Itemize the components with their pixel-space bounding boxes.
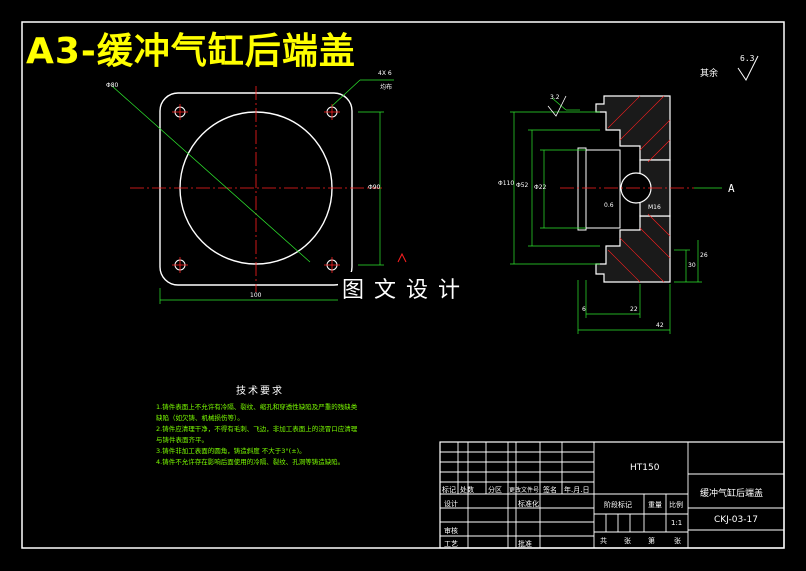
row-review: 审核 — [444, 527, 458, 535]
section-h2: 26 — [700, 252, 708, 259]
header-sign: 签名 — [543, 486, 557, 494]
sheet-label: 张 — [674, 537, 681, 545]
header-count: 处数 — [460, 486, 474, 494]
section-outer-dia: Φ110 — [498, 180, 515, 187]
drawing-number: CKJ-03-17 — [714, 515, 758, 525]
section-len-1: 6 — [582, 306, 586, 313]
tech-note: 缺陷（如欠铸、机械损伤等）。 — [156, 414, 244, 422]
front-width-dim: 100 — [250, 292, 262, 299]
section-mark-icon — [397, 252, 407, 263]
sheet-label: 张 — [624, 537, 631, 545]
row-design: 设计 — [444, 500, 458, 508]
header-zone: 分区 — [488, 486, 502, 494]
scale-label: 比例 — [669, 501, 683, 509]
roughness-value: 6.3 — [740, 54, 755, 63]
tech-note: 3.铸件非加工表面的圆角，铸造斜度 不大于3°(±)。 — [156, 447, 306, 455]
section-thread: M16 — [648, 204, 661, 211]
material: HT150 — [630, 463, 660, 473]
section-boss — [585, 149, 621, 229]
row-process: 工艺 — [444, 540, 458, 548]
row-approve: 批准 — [518, 540, 532, 548]
section-view — [577, 95, 671, 283]
header-date: 年.月.日 — [564, 486, 590, 494]
section-dimensions — [510, 97, 702, 334]
hole-note-depth: 均布 — [380, 84, 393, 91]
section-bore-dia: Φ52 — [516, 182, 529, 189]
tech-note: 1.铸件表面上不允许有冷隔、裂纹、缩孔和穿透性缺陷及严重的残缺类 — [156, 403, 358, 411]
tech-requirements-title: 技术要求 — [236, 386, 284, 397]
tech-note: 2.铸件应清理干净，不得有毛刺、飞边，非加工表面上的浇冒口应清理 — [156, 425, 358, 433]
hole-note-count: 4X 6 — [378, 70, 392, 77]
tech-requirements-list: 1.铸件表面上不允许有冷隔、裂纹、缩孔和穿透性缺陷及严重的残缺类 缺陷（如欠铸、… — [156, 402, 386, 468]
scale-value: 1:1 — [671, 519, 683, 527]
roughness-note: 其余 — [700, 69, 719, 79]
section-inner-dia: Φ22 — [534, 184, 547, 191]
section-label: A — [728, 182, 735, 195]
header-mark: 标记 — [442, 486, 456, 494]
section-roughness-a: 3.2 — [550, 94, 560, 101]
watermark: 图文设计 — [338, 272, 475, 304]
section-body-bottom — [595, 215, 671, 283]
section-neck — [577, 147, 587, 231]
header-change-doc: 更改文件号 — [509, 487, 540, 494]
tech-note: 4.铸件不允许存在影响后面使用的冷隔、裂纹、孔洞等铸造缺陷。 — [156, 458, 345, 466]
section-len-2: 22 — [630, 306, 638, 313]
part-name: 缓冲气缸后端盖 — [700, 489, 764, 499]
row-standard: 标准化 — [518, 500, 539, 508]
sheet-label: 共 — [600, 537, 607, 545]
sheet-label: 第 — [648, 537, 655, 545]
stage-label: 阶段标记 — [604, 501, 632, 509]
section-len-3: 42 — [656, 322, 664, 329]
front-diameter-label: Φ80 — [106, 82, 119, 89]
weight-label: 重量 — [648, 501, 662, 509]
front-centerlines — [130, 86, 382, 292]
drawing-title: A3-缓冲气缸后端盖 — [26, 31, 356, 72]
section-roughness-b: 0.6 — [604, 202, 614, 209]
section-h1: 30 — [688, 262, 696, 269]
tech-note: 与铸件表面齐平。 — [156, 436, 208, 444]
front-height-dim: Φ90 — [368, 184, 381, 191]
